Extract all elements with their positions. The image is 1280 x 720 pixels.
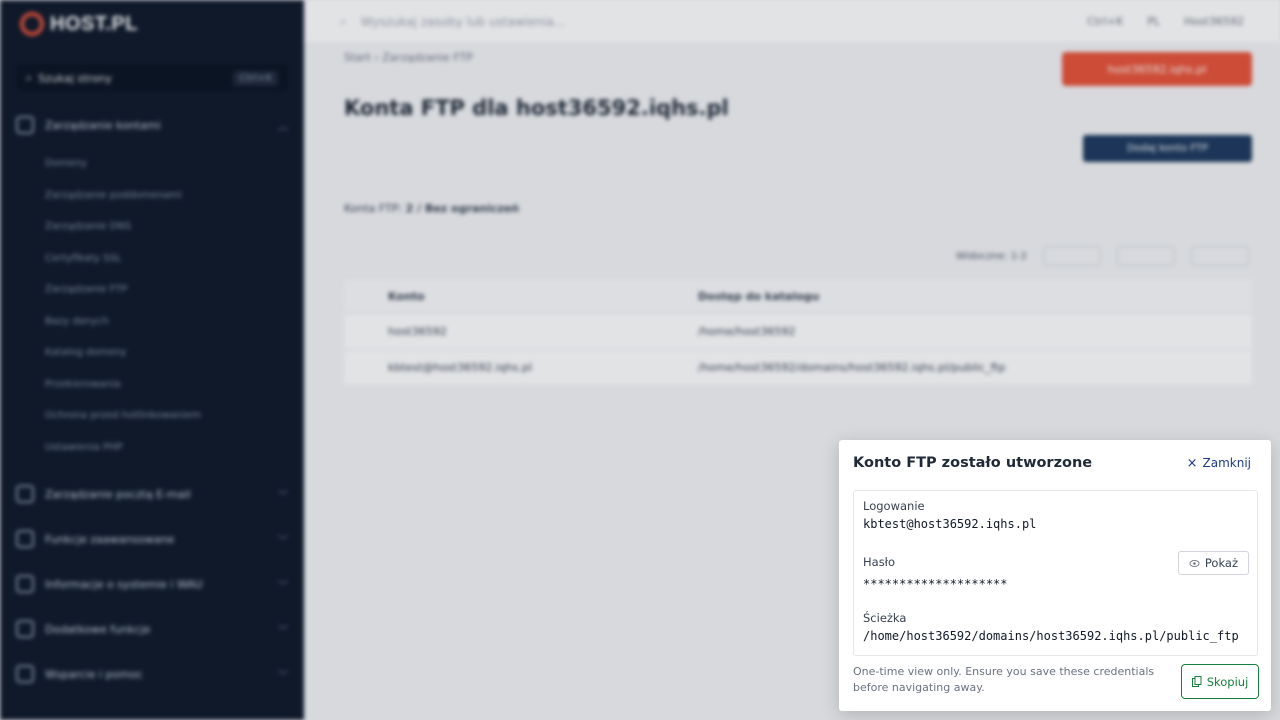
password-label: Hasło bbox=[863, 555, 895, 569]
close-icon: × bbox=[1186, 455, 1198, 471]
password-value[interactable]: ******************** bbox=[863, 577, 1246, 591]
path-label: Ścieżka bbox=[863, 611, 907, 625]
copy-credentials-button[interactable]: Skopiuj bbox=[1181, 664, 1259, 699]
ftp-created-dialog: Konto FTP zostało utworzone × Zamknij Lo… bbox=[839, 440, 1271, 711]
credentials-box: Logowanie kbtest@host36592.iqhs.pl Hasło… bbox=[853, 490, 1258, 656]
close-button[interactable]: × Zamknij bbox=[1187, 456, 1251, 470]
copy-icon bbox=[1191, 676, 1202, 687]
login-value[interactable]: kbtest@host36592.iqhs.pl bbox=[863, 517, 1246, 531]
app-root: HOST.PL ⌕ Szukaj strony Ctrl+K Zarządzan… bbox=[0, 0, 1280, 720]
copy-label: Skopiuj bbox=[1206, 674, 1249, 689]
dialog-title: Konto FTP zostało utworzone bbox=[853, 455, 1093, 471]
close-label: Zamknij bbox=[1202, 456, 1252, 470]
show-password-button[interactable]: Pokaż bbox=[1177, 551, 1249, 575]
show-password-label: Pokaż bbox=[1204, 556, 1238, 570]
login-label: Logowanie bbox=[863, 499, 925, 513]
path-value[interactable]: /home/host36592/domains/host36592.iqhs.p… bbox=[863, 629, 1246, 643]
eye-icon bbox=[1189, 559, 1200, 567]
one-time-view-note: One-time view only. Ensure you save thes… bbox=[853, 665, 1155, 694]
